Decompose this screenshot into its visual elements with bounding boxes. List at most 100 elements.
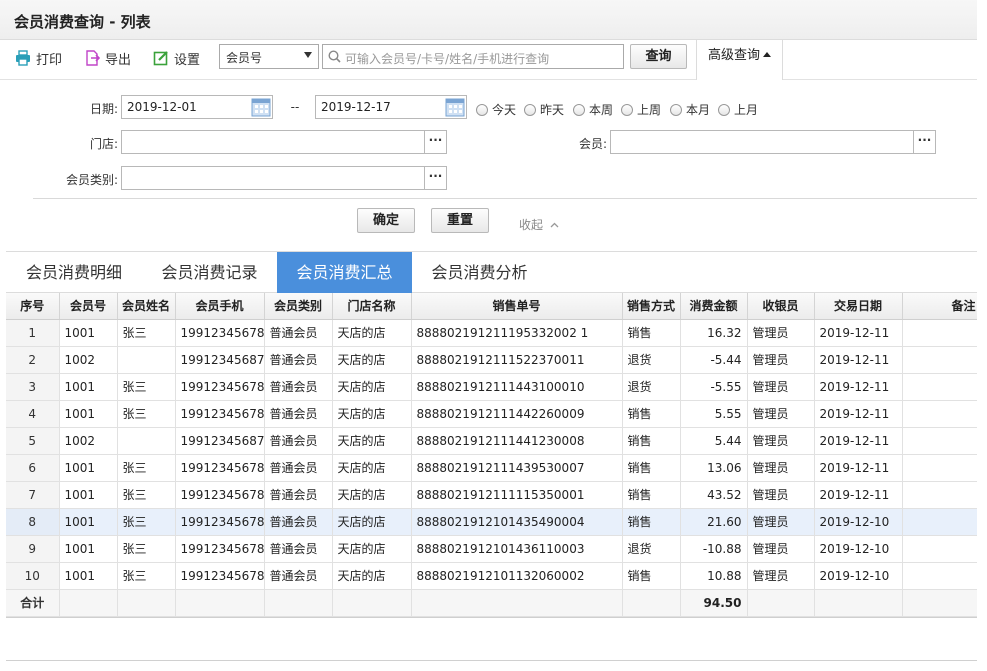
radio-label: 本月 — [686, 103, 711, 117]
table-cell: 2019-12-11 — [814, 346, 903, 374]
table-cell: 管理员 — [747, 535, 815, 563]
row-index-cell: 4 — [6, 400, 60, 428]
member-input[interactable] — [610, 130, 914, 154]
query-button[interactable]: 查询 — [630, 44, 687, 69]
print-button[interactable]: 打印 — [15, 48, 62, 68]
table-cell: 43.52 — [680, 481, 748, 509]
column-header[interactable]: 备注 — [902, 293, 977, 320]
table-cell: 19912345678 — [175, 454, 265, 482]
calendar-icon[interactable] — [444, 96, 466, 118]
table-cell: 退货 — [622, 535, 681, 563]
table-row[interactable]: 2 1002 19912345687 普通会员 天店的店 8888021912111522… — [6, 346, 977, 374]
column-header[interactable]: 销售单号 — [411, 293, 623, 320]
column-header[interactable]: 会员姓名 — [117, 293, 176, 320]
tab-consumption-detail[interactable]: 会员消费明细 — [6, 252, 142, 293]
table-cell: 2019-12-11 — [814, 427, 903, 455]
column-header[interactable]: 序号 — [6, 293, 60, 320]
column-header[interactable]: 会员手机 — [175, 293, 265, 320]
radio-last-month[interactable]: 上月 — [718, 101, 758, 118]
table-cell: 16.32 — [680, 319, 748, 347]
column-header[interactable]: 会员号 — [59, 293, 118, 320]
tab-label: 会员消费明细 — [25, 263, 122, 282]
column-header[interactable]: 门店名称 — [332, 293, 412, 320]
reset-button[interactable]: 重置 — [431, 208, 489, 233]
printer-icon — [16, 50, 30, 66]
table-row[interactable]: 7 1001 张三 19912345678 普通会员 天店的店 88880219121111… — [6, 481, 977, 509]
total-label: 合计 — [6, 589, 60, 617]
tab-bar: 会员消费明细 会员消费记录 会员消费汇总 会员消费分析 — [6, 251, 977, 293]
column-header[interactable]: 会员类别 — [264, 293, 333, 320]
edit-icon — [153, 51, 168, 66]
table-row[interactable]: 10 1001 张三 19912345678 普通会员 天店的店 8888021912101… — [6, 562, 977, 590]
member-type-picker-button[interactable]: ··· — [425, 166, 447, 190]
table-row[interactable]: 4 1001 张三 19912345678 普通会员 天店的店 88880219121114… — [6, 400, 977, 428]
table-cell: 1001 — [59, 562, 118, 590]
radio-this-week[interactable]: 本周 — [573, 101, 613, 118]
table-cell: 888802191211195332002 1 — [411, 319, 623, 347]
table-cell — [902, 346, 977, 374]
table-row[interactable]: 6 1001 张三 19912345678 普通会员 天店的店 88880219121114… — [6, 454, 977, 482]
table-cell: 普通会员 — [264, 346, 333, 374]
export-button[interactable]: 导出 — [84, 48, 131, 68]
radio-today[interactable]: 今天 — [476, 101, 516, 118]
table-row[interactable]: 3 1001 张三 19912345678 普通会员 天店的店 88880219121114… — [6, 373, 977, 401]
table-cell: 普通会员 — [264, 319, 333, 347]
tab-consumption-analysis[interactable]: 会员消费分析 — [412, 252, 547, 293]
settings-button[interactable]: 设置 — [153, 48, 200, 68]
table-cell: 管理员 — [747, 373, 815, 401]
table-cell — [411, 589, 623, 617]
table-cell: 管理员 — [747, 481, 815, 509]
table-row[interactable]: 1 1001 张三 19912345678 普通会员 天店的店 88880219121119… — [6, 319, 977, 347]
tab-consumption-records[interactable]: 会员消费记录 — [142, 252, 277, 293]
row-index-cell: 6 — [6, 454, 60, 482]
radio-label: 本周 — [589, 103, 614, 117]
collapse-toggle[interactable]: 收起 — [519, 216, 559, 233]
table-cell — [902, 427, 977, 455]
table-cell: 5.55 — [680, 400, 748, 428]
radio-yesterday[interactable]: 昨天 — [524, 101, 564, 118]
row-index-cell: 8 — [6, 508, 60, 536]
chevron-down-icon — [304, 52, 312, 58]
store-input[interactable] — [121, 130, 425, 154]
table-row[interactable]: 9 1001 张三 19912345678 普通会员 天店的店 88880219121014… — [6, 535, 977, 563]
table-cell: 销售 — [622, 319, 681, 347]
table-cell: 天店的店 — [332, 400, 412, 428]
calendar-icon[interactable] — [250, 96, 272, 118]
export-label: 导出 — [105, 52, 132, 68]
table-cell: 2019-12-11 — [814, 454, 903, 482]
table-row[interactable]: 8 1001 张三 19912345678 普通会员 天店的店 88880219121014… — [6, 508, 977, 536]
date-label: 日期: — [89, 102, 118, 116]
table-cell: 1001 — [59, 319, 118, 347]
table-cell: 普通会员 — [264, 535, 333, 563]
tab-consumption-summary[interactable]: 会员消费汇总 — [277, 252, 412, 293]
row-index-cell: 9 — [6, 535, 60, 563]
table-cell: 8888021912101132060002 — [411, 562, 623, 590]
column-header[interactable]: 销售方式 — [622, 293, 681, 320]
table-cell: 21.60 — [680, 508, 748, 536]
tab-label: 会员消费记录 — [161, 263, 258, 282]
table-cell: 19912345678 — [175, 319, 265, 347]
table-cell: 5.44 — [680, 427, 748, 455]
advanced-query-button[interactable]: 高级查询 — [696, 40, 783, 80]
table-cell: 普通会员 — [264, 454, 333, 482]
table-cell: 管理员 — [747, 319, 815, 347]
confirm-button[interactable]: 确定 — [357, 208, 415, 233]
column-header[interactable]: 收银员 — [747, 293, 815, 320]
tab-label: 会员消费分析 — [431, 263, 528, 282]
table-cell: 1001 — [59, 373, 118, 401]
member-type-input[interactable] — [121, 166, 425, 190]
column-header[interactable]: 消费金额 — [680, 293, 748, 320]
column-header[interactable]: 交易日期 — [814, 293, 903, 320]
field-select[interactable]: 会员号 — [219, 44, 319, 69]
table-cell: 销售 — [622, 427, 681, 455]
member-picker-button[interactable]: ··· — [914, 130, 936, 154]
radio-this-month[interactable]: 本月 — [670, 101, 710, 118]
search-input[interactable]: 可输入会员号/卡号/姓名/手机进行查询 — [322, 44, 624, 69]
radio-last-week[interactable]: 上周 — [621, 101, 661, 118]
table-cell: 8888021912101435490004 — [411, 508, 623, 536]
radio-label: 今天 — [492, 103, 517, 117]
table-cell: 8888021912111443100010 — [411, 373, 623, 401]
table-cell: 销售 — [622, 481, 681, 509]
table-row[interactable]: 5 1002 19912345687 普通会员 天店的店 8888021912111441… — [6, 427, 977, 455]
store-picker-button[interactable]: ··· — [425, 130, 447, 154]
